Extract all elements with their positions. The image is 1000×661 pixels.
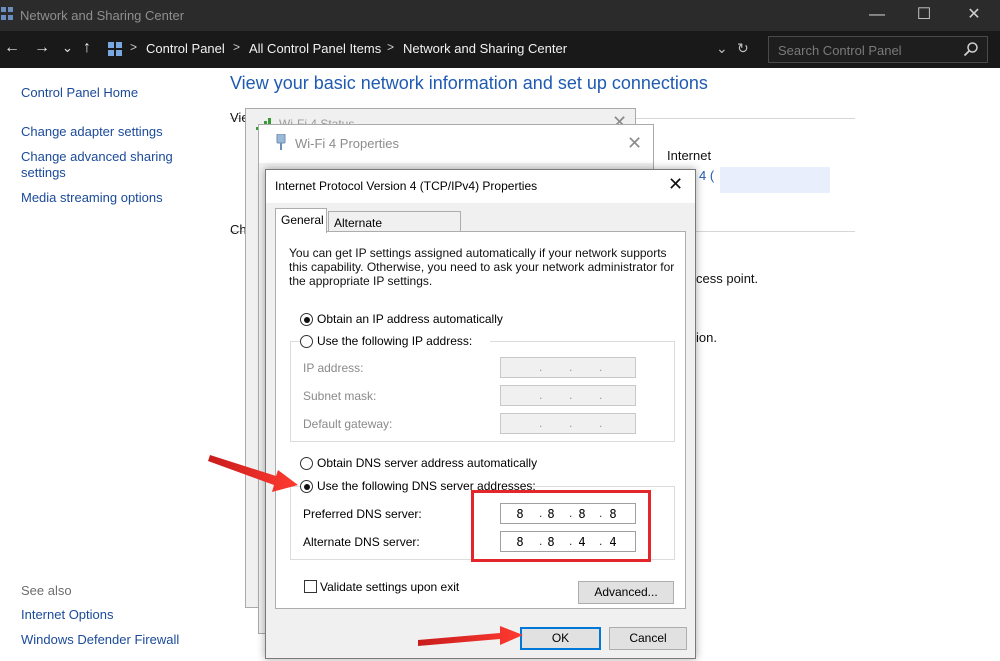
arrow-to-ok-button [418, 626, 523, 646]
tab-general[interactable]: General [275, 208, 327, 233]
annotation-arrows [208, 455, 523, 646]
arrow-to-dns-option [208, 455, 298, 492]
